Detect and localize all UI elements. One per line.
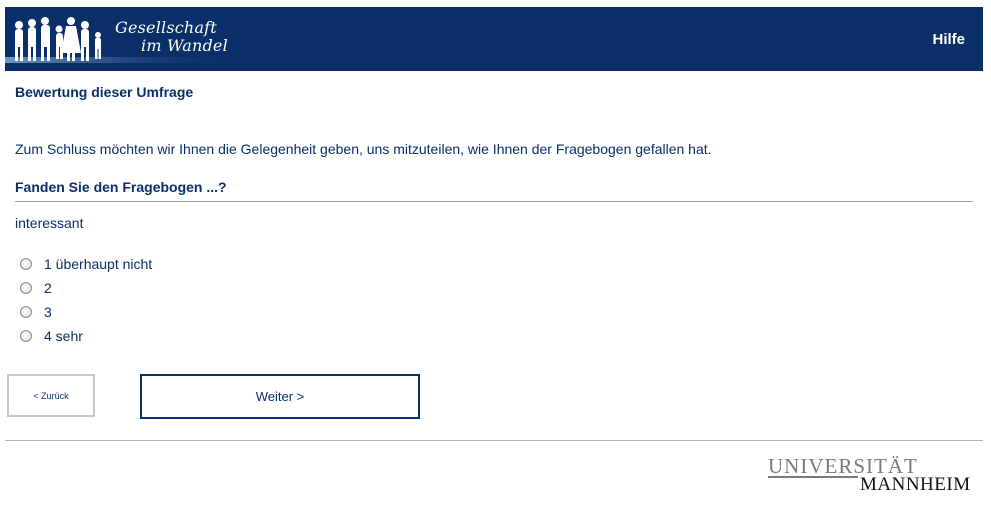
radio-option-label[interactable]: 2 (44, 280, 52, 296)
section-title: Bewertung dieser Umfrage (15, 84, 194, 100)
header-banner: Gesellschaft im Wandel Hilfe (5, 7, 983, 71)
question-heading: Fanden Sie den Fragebogen ...? (15, 179, 227, 195)
logo-line-1: Gesellschaft (115, 18, 217, 37)
radio-button[interactable] (20, 258, 32, 270)
radio-option-label[interactable]: 4 sehr (44, 328, 83, 344)
radio-option[interactable]: 4 sehr (20, 324, 152, 348)
help-link[interactable]: Hilfe (932, 31, 965, 48)
survey-page: Gesellschaft im Wandel Hilfe Bewertung d… (0, 0, 991, 520)
radio-button[interactable] (20, 306, 32, 318)
university-logo-line-2: MANNHEIM (858, 474, 971, 496)
radio-option[interactable]: 1 überhaupt nicht (20, 252, 152, 276)
rating-options: 1 überhaupt nicht 2 3 4 sehr (20, 252, 152, 348)
university-logo: UNIVERSITÄT MANNHEIM (768, 455, 973, 497)
radio-button[interactable] (20, 330, 32, 342)
radio-option[interactable]: 2 (20, 276, 152, 300)
logo-wordmark: Gesellschaft im Wandel (115, 19, 228, 55)
divider (15, 201, 973, 202)
item-label: interessant (15, 215, 84, 231)
intro-text: Zum Schluss möchten wir Ihnen die Gelege… (15, 141, 712, 157)
radio-option-label[interactable]: 1 überhaupt nicht (44, 256, 152, 272)
radio-option-label[interactable]: 3 (44, 304, 52, 320)
radio-option[interactable]: 3 (20, 300, 152, 324)
next-button[interactable]: Weiter > (140, 374, 420, 419)
back-button[interactable]: < Zurück (7, 374, 95, 417)
footer-divider (5, 440, 983, 441)
logo-line-2: im Wandel (141, 36, 228, 55)
radio-button[interactable] (20, 282, 32, 294)
